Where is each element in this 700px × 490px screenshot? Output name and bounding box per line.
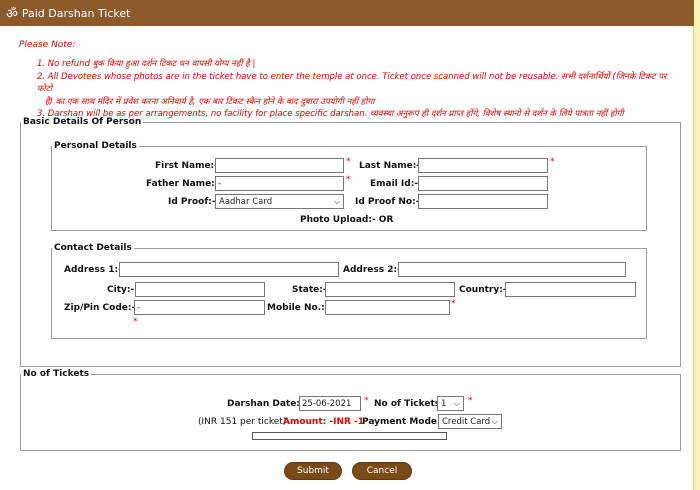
address1-input[interactable] bbox=[119, 262, 339, 277]
note-1: 1. No refund बुक किया हुआ दर्शन टिकट धन … bbox=[37, 59, 256, 69]
address1-label: Address 1:- bbox=[64, 265, 122, 275]
mobile-required: * bbox=[451, 299, 456, 309]
page-title: Paid Darshan Ticket bbox=[21, 6, 131, 20]
chevron-down-icon: ⌵ bbox=[491, 416, 498, 426]
count-required: * bbox=[468, 396, 473, 406]
submit-button[interactable]: Submit bbox=[284, 462, 342, 480]
ticket-count-select[interactable]: 1 ⌵ bbox=[437, 396, 464, 411]
first-name-required: * bbox=[346, 157, 351, 167]
zip-required: * bbox=[133, 317, 138, 327]
title-bar: ॐ Paid Darshan Ticket bbox=[0, 0, 694, 26]
address2-input[interactable] bbox=[398, 262, 626, 277]
id-proof-select[interactable]: Aadhar Card ⌵ bbox=[215, 194, 344, 209]
tickets-legend: No of Tickets bbox=[23, 369, 90, 379]
chevron-down-icon: ⌵ bbox=[453, 398, 460, 408]
payment-mode-label: Payment Mode:- bbox=[362, 417, 445, 427]
last-name-required: * bbox=[550, 157, 555, 167]
email-input[interactable] bbox=[418, 176, 548, 191]
darshan-date-label: Darshan Date:- bbox=[227, 399, 304, 409]
last-name-label: Last Name:- bbox=[359, 161, 421, 171]
cancel-button[interactable]: Cancel bbox=[352, 462, 412, 480]
photo-upload-label: Photo Upload:- OR bbox=[300, 215, 394, 225]
id-proof-label: Id Proof:- bbox=[168, 197, 216, 207]
note-heading: Please Note: bbox=[19, 40, 76, 50]
amount-text: Amount: -INR -1 bbox=[283, 417, 365, 427]
id-proof-selected: Aadhar Card bbox=[219, 196, 273, 207]
form-panel: ॐ Paid Darshan Ticket Please Note: 1. No… bbox=[0, 0, 694, 490]
om-icon: ॐ bbox=[6, 7, 18, 22]
city-input[interactable] bbox=[135, 282, 265, 297]
zip-label: Zip/Pin Code:- bbox=[64, 303, 136, 313]
father-name-label: Father Name:- bbox=[146, 179, 219, 189]
address2-label: Address 2:- bbox=[343, 265, 401, 275]
father-name-input[interactable] bbox=[215, 176, 344, 191]
chevron-down-icon: ⌵ bbox=[333, 196, 340, 206]
father-name-required: * bbox=[346, 175, 351, 185]
basic-details-legend: Basic Details Of Person bbox=[23, 117, 142, 127]
country-label: Country:- bbox=[459, 285, 507, 295]
ticket-count-label: No of Tickets bbox=[374, 399, 441, 409]
note-2-cont: है) का एक साथ मंदिर में प्रवेश करना अनिव… bbox=[45, 96, 375, 107]
id-proof-no-label: Id Proof No:- bbox=[355, 197, 420, 207]
mobile-label: Mobile No.:- bbox=[267, 303, 329, 313]
email-label: Email Id:- bbox=[370, 179, 419, 189]
last-name-input[interactable] bbox=[418, 158, 548, 173]
note-2: 2. All Devotees whose photos are in the … bbox=[37, 71, 667, 95]
contact-details-legend: Contact Details bbox=[54, 243, 132, 253]
captcha-box[interactable] bbox=[252, 432, 447, 440]
ticket-count-selected: 1 bbox=[441, 398, 447, 409]
payment-mode-select[interactable]: Credit Card ⌵ bbox=[438, 414, 502, 429]
darshan-date-input[interactable] bbox=[299, 396, 361, 411]
notes-list: 1. No refund बुक किया हुआ दर्शन टिकट धन … bbox=[37, 58, 677, 121]
state-label: State:- bbox=[292, 285, 327, 295]
first-name-input[interactable] bbox=[215, 158, 344, 173]
country-input[interactable] bbox=[505, 282, 636, 297]
zip-input[interactable] bbox=[134, 300, 265, 315]
price-note: (INR 151 per ticket) bbox=[198, 417, 287, 427]
first-name-label: First Name:- bbox=[155, 161, 218, 171]
mobile-input[interactable] bbox=[325, 300, 450, 315]
city-label: City:- bbox=[107, 285, 135, 295]
id-proof-no-input[interactable] bbox=[418, 194, 548, 209]
date-required: * bbox=[364, 396, 369, 406]
payment-mode-selected: Credit Card bbox=[442, 416, 491, 427]
personal-details-legend: Personal Details bbox=[54, 141, 137, 151]
state-input[interactable] bbox=[325, 282, 455, 297]
